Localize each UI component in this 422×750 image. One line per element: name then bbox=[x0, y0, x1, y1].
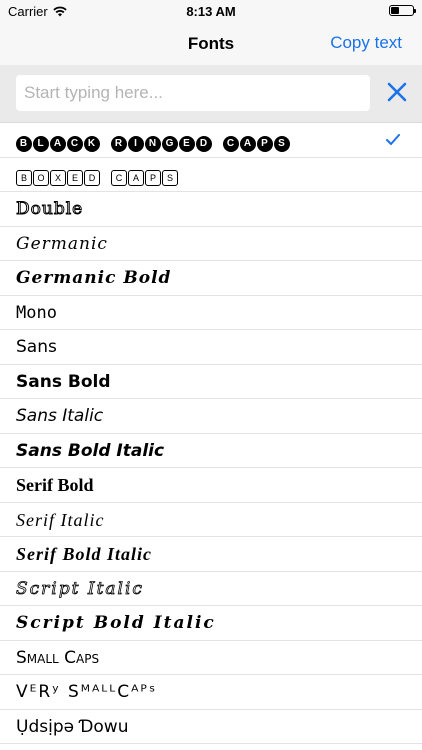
font-row-serif-bold[interactable]: Serif Bold bbox=[0, 468, 422, 503]
font-row-upside-down[interactable]: Ụdsịpǝ Ɗowu bbox=[0, 710, 422, 744]
font-label: Small Caps bbox=[16, 647, 100, 668]
font-row-serif-bold-italic[interactable]: Serif Bold Italic bbox=[0, 537, 422, 572]
font-row-very-small-caps[interactable]: VᴱRʸ SᴹᴬᴸᴸCᴬᴾˢ bbox=[0, 675, 422, 710]
battery-area bbox=[389, 4, 416, 19]
font-label: Serif Bold bbox=[16, 475, 94, 495]
font-row-sans[interactable]: Sans bbox=[0, 330, 422, 365]
glyph: B bbox=[16, 169, 32, 186]
font-label: Germanic bbox=[16, 233, 108, 254]
font-row-germanic-bold[interactable]: Germanic Bold bbox=[0, 261, 422, 296]
font-row-sans-bold[interactable]: Sans Bold bbox=[0, 365, 422, 399]
copy-text-button[interactable]: Copy text bbox=[330, 33, 402, 53]
font-row-boxed-caps[interactable]: BOXEDCAPS bbox=[0, 158, 422, 192]
font-list: BLACKRINGEDCAPS BOXEDCAPS Double Germani… bbox=[0, 123, 422, 744]
font-row-script-bold-italic[interactable]: Script Bold Italic bbox=[0, 606, 422, 641]
glyph: C bbox=[111, 169, 127, 186]
font-row-sans-bold-italic[interactable]: Sans Bold Italic bbox=[0, 434, 422, 468]
font-label: Serif Bold Italic bbox=[16, 544, 153, 564]
glyph: K bbox=[84, 136, 100, 152]
glyph: A bbox=[240, 136, 256, 152]
font-label: Script Bold Italic bbox=[16, 613, 216, 633]
glyph: X bbox=[50, 169, 66, 186]
glyph: D bbox=[196, 136, 212, 152]
font-row-double[interactable]: Double bbox=[0, 192, 422, 227]
glyph: R bbox=[111, 136, 127, 152]
glyph: A bbox=[50, 136, 66, 152]
font-label: BLACKRINGEDCAPS bbox=[16, 131, 291, 152]
font-row-script-italic[interactable]: Script Italic bbox=[0, 572, 422, 606]
font-label: Script Italic bbox=[16, 578, 144, 599]
clear-icon[interactable] bbox=[386, 81, 408, 103]
font-row-serif-italic[interactable]: Serif Italic bbox=[0, 503, 422, 537]
font-row-small-caps[interactable]: Small Caps bbox=[0, 641, 422, 675]
font-label: BOXEDCAPS bbox=[16, 166, 179, 186]
glyph: S bbox=[162, 169, 178, 186]
glyph: P bbox=[145, 169, 161, 186]
font-label: Germanic Bold bbox=[16, 268, 172, 288]
navigation-bar: Fonts Copy text bbox=[0, 22, 422, 65]
font-label: Sans Bold bbox=[16, 371, 111, 392]
glyph: O bbox=[33, 169, 49, 186]
glyph: G bbox=[162, 136, 178, 152]
font-label: VᴱRʸ SᴹᴬᴸᴸCᴬᴾˢ bbox=[16, 682, 158, 702]
glyph: C bbox=[67, 136, 83, 152]
glyph: N bbox=[145, 136, 161, 152]
font-label: Sans Italic bbox=[16, 406, 104, 426]
font-label: Serif Italic bbox=[16, 509, 105, 530]
search-bar bbox=[0, 65, 422, 123]
checkmark-icon bbox=[386, 134, 400, 145]
font-label: Ụdsịpǝ Ɗowu bbox=[16, 716, 129, 737]
font-label: Double bbox=[15, 199, 84, 220]
font-label: Sans bbox=[16, 337, 57, 357]
font-row-sans-italic[interactable]: Sans Italic bbox=[0, 399, 422, 434]
font-row-germanic[interactable]: Germanic bbox=[0, 227, 422, 261]
status-time: 8:13 AM bbox=[186, 4, 236, 19]
glyph: E bbox=[67, 169, 83, 186]
font-row-mono[interactable]: Mono bbox=[0, 296, 422, 330]
glyph: P bbox=[257, 136, 273, 152]
glyph: L bbox=[33, 136, 49, 152]
glyph: D bbox=[84, 169, 100, 186]
glyph: C bbox=[223, 136, 239, 152]
font-label: Mono bbox=[16, 302, 57, 323]
text-input[interactable] bbox=[16, 75, 370, 111]
glyph: E bbox=[179, 136, 195, 152]
font-row-black-ringed-caps[interactable]: BLACKRINGEDCAPS bbox=[0, 123, 422, 158]
glyph: I bbox=[128, 136, 144, 152]
font-label: Sans Bold Italic bbox=[16, 440, 165, 461]
glyph: A bbox=[128, 169, 144, 186]
glyph: S bbox=[274, 136, 290, 152]
status-bar: Carrier 8:13 AM bbox=[0, 0, 422, 22]
battery-icon bbox=[389, 5, 416, 16]
glyph: B bbox=[16, 136, 32, 152]
